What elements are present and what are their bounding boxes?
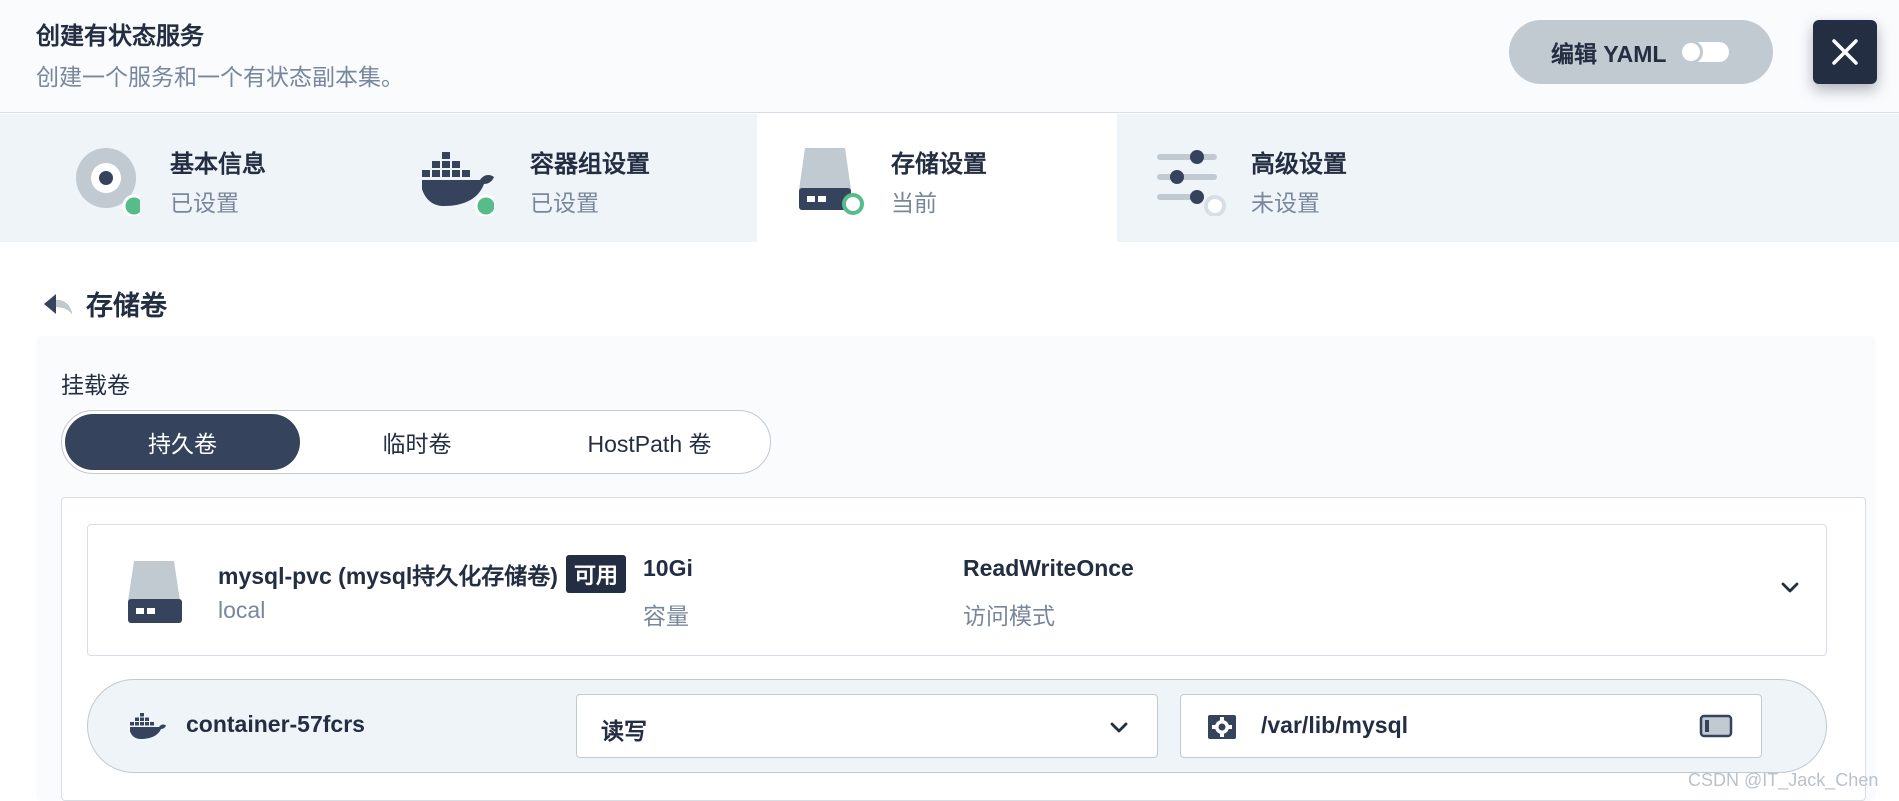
step-basic-info[interactable]: 基本信息 已设置 bbox=[0, 114, 360, 242]
modal-header: 创建有状态服务 创建一个服务和一个有状态副本集。 编辑 YAML bbox=[0, 0, 1899, 113]
step-name: 高级设置 bbox=[1251, 151, 1347, 178]
disc-icon bbox=[76, 148, 140, 216]
watermark: CSDN @IT_Jack_Chen bbox=[1688, 770, 1879, 790]
step-state: 已设置 bbox=[170, 190, 239, 216]
toggle-switch[interactable] bbox=[1679, 40, 1729, 64]
volume-name-text: mysql-pvc (mysql持久化存储卷) bbox=[218, 563, 558, 589]
edit-yaml-toggle[interactable]: 编辑 YAML bbox=[1509, 20, 1773, 84]
mount-volume-label: 挂载卷 bbox=[61, 372, 130, 398]
chevron-down-icon[interactable] bbox=[1776, 573, 1804, 601]
volume-name: mysql-pvc (mysql持久化存储卷) 可用 bbox=[218, 555, 626, 593]
step-name: 存储设置 bbox=[891, 151, 987, 178]
tab-persistent-volume[interactable]: 持久卷 bbox=[65, 414, 300, 470]
storage-class: local bbox=[218, 597, 266, 623]
access-mode-label: 访问模式 bbox=[963, 603, 1055, 629]
section-title: 存储卷 bbox=[86, 291, 167, 321]
hard-drive-icon bbox=[799, 148, 864, 215]
step-state: 已设置 bbox=[530, 190, 599, 216]
section-header: 存储卷 bbox=[40, 284, 167, 323]
mount-path-value: /var/lib/mysql bbox=[1261, 712, 1409, 738]
close-icon bbox=[1832, 39, 1858, 65]
step-state: 当前 bbox=[891, 190, 937, 216]
toggle-knob bbox=[1679, 40, 1703, 64]
step-name: 容器组设置 bbox=[530, 151, 650, 178]
volume-type-segmented-control: 持久卷 临时卷 HostPath 卷 bbox=[61, 410, 771, 474]
step-container-settings[interactable]: 容器组设置 已设置 bbox=[360, 114, 720, 242]
tab-temporary-volume[interactable]: 临时卷 bbox=[302, 414, 532, 470]
modal-subtitle: 创建一个服务和一个有状态副本集。 bbox=[36, 64, 404, 90]
container-name: container-57fcrs bbox=[186, 711, 365, 737]
docker-whale-icon bbox=[422, 152, 494, 216]
step-state: 未设置 bbox=[1251, 190, 1320, 216]
gear-icon bbox=[1208, 715, 1236, 739]
step-advanced-settings[interactable]: 高级设置 未设置 bbox=[1117, 114, 1477, 242]
capacity-label: 容量 bbox=[643, 603, 689, 629]
container-mount-row: container-57fcrs 读写 /var/lib/mysql bbox=[87, 679, 1827, 773]
hard-drive-icon bbox=[128, 561, 182, 623]
status-badge: 可用 bbox=[565, 555, 626, 593]
chevron-down-icon bbox=[1110, 722, 1128, 733]
sliders-icon bbox=[1157, 150, 1226, 216]
close-button[interactable] bbox=[1813, 20, 1877, 84]
capacity-value: 10Gi bbox=[643, 555, 693, 581]
docker-whale-icon bbox=[130, 713, 166, 739]
access-mode-selected: 读写 bbox=[601, 718, 647, 744]
access-mode-select[interactable]: 读写 bbox=[576, 694, 1158, 758]
mount-path-input[interactable]: /var/lib/mysql bbox=[1180, 694, 1762, 758]
subpath-toggle-icon[interactable] bbox=[1699, 713, 1733, 739]
tab-hostpath-volume[interactable]: HostPath 卷 bbox=[532, 414, 767, 470]
access-mode-value: ReadWriteOnce bbox=[963, 555, 1134, 581]
step-name: 基本信息 bbox=[170, 151, 266, 178]
modal-title: 创建有状态服务 bbox=[36, 23, 204, 50]
step-storage-settings[interactable]: 存储设置 当前 bbox=[757, 114, 1117, 242]
volume-card[interactable]: mysql-pvc (mysql持久化存储卷) 可用 local 10Gi 容量… bbox=[87, 524, 1827, 656]
step-navigation: 基本信息 已设置 容器组设置 已设置 存储设置 当前 高级设置 未设置 bbox=[0, 114, 1899, 242]
back-arrow-icon[interactable] bbox=[40, 290, 74, 318]
edit-yaml-label: 编辑 YAML bbox=[1551, 41, 1667, 67]
